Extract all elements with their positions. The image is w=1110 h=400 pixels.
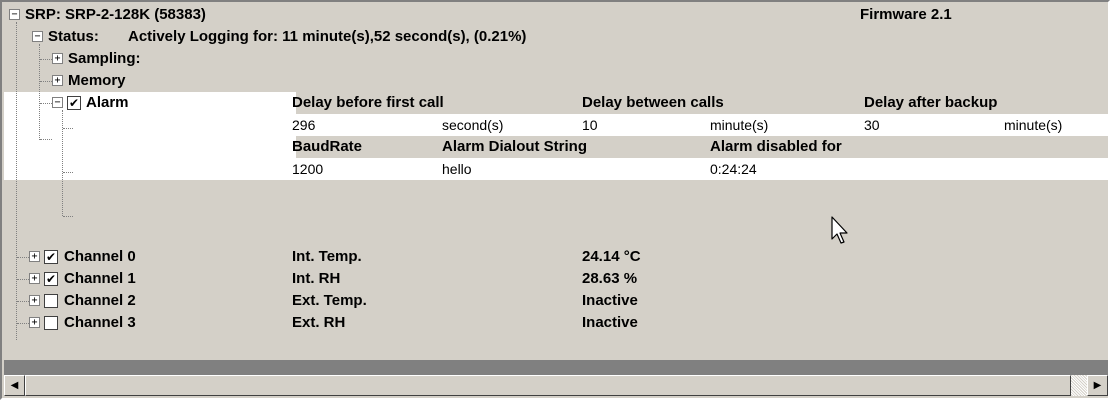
channel-1-sensor: Int. RH bbox=[292, 270, 341, 287]
mouse-pointer-icon bbox=[831, 216, 848, 244]
plus-box-icon[interactable]: + bbox=[29, 251, 40, 262]
plus-box-icon[interactable]: + bbox=[52, 75, 63, 86]
sampling-label: Sampling: bbox=[68, 50, 141, 67]
delay-between-header: Delay between calls bbox=[582, 94, 724, 111]
scrollbar-thumb[interactable] bbox=[25, 375, 1071, 396]
checkmark-icon: ✔ bbox=[45, 272, 57, 286]
horizontal-scrollbar[interactable]: ◀ ▶ bbox=[4, 375, 1108, 396]
memory-label: Memory bbox=[68, 72, 126, 89]
delay-first-value: 296 bbox=[292, 117, 316, 133]
channel-0-reading: 24.14 °C bbox=[582, 248, 641, 265]
plus-box-icon[interactable]: + bbox=[29, 317, 40, 328]
srp-title: SRP: SRP-2-128K (58383) bbox=[25, 6, 206, 23]
alarm-checkbox[interactable]: ✔ bbox=[67, 96, 81, 110]
disabled-header: Alarm disabled for bbox=[710, 138, 842, 155]
channel-0-sensor: Int. Temp. bbox=[292, 248, 362, 265]
dialout-value: hello bbox=[442, 161, 472, 177]
tree-empty-area bbox=[4, 340, 1108, 360]
checkmark-icon: ✔ bbox=[68, 96, 80, 110]
minus-box-icon[interactable]: − bbox=[9, 9, 20, 20]
status-label: Status: bbox=[48, 28, 99, 45]
alarm-delay-values-row: 296 second(s) 10 minute(s) 30 minute(s) bbox=[292, 114, 1108, 136]
channel-2-checkbox[interactable] bbox=[44, 294, 58, 308]
delay-first-header: Delay before first call bbox=[292, 94, 444, 111]
channel-0-checkbox[interactable]: ✔ bbox=[44, 250, 58, 264]
tree-line bbox=[62, 110, 63, 216]
alarm-dialout-values-row: 1200 hello 0:24:24 bbox=[292, 158, 1108, 180]
alarm-label: Alarm bbox=[86, 94, 129, 111]
channel-3-name: Channel 3 bbox=[64, 314, 136, 331]
plus-box-icon[interactable]: + bbox=[29, 295, 40, 306]
tree-item-memory[interactable]: + Memory bbox=[4, 70, 1108, 92]
tree-line bbox=[63, 172, 73, 173]
arrow-left-icon[interactable]: ◀ bbox=[4, 375, 25, 396]
arrow-right-icon[interactable]: ▶ bbox=[1087, 375, 1108, 396]
channel-2-sensor: Ext. Temp. bbox=[292, 292, 367, 309]
firmware-version: Firmware 2.1 bbox=[860, 6, 952, 23]
status-row: − Status: Actively Logging for: 11 minut… bbox=[4, 26, 1108, 48]
delay-after-header: Delay after backup bbox=[864, 94, 998, 111]
srp-row: − SRP: SRP-2-128K (58383) Firmware 2.1 bbox=[4, 4, 1108, 26]
tree-item-channel-3[interactable]: + Channel 3 Ext. RH Inactive bbox=[4, 312, 1108, 334]
srp-tree-window: − SRP: SRP-2-128K (58383) Firmware 2.1 −… bbox=[0, 0, 1110, 400]
checkmark-icon: ✔ bbox=[45, 250, 57, 264]
alarm-dialout-header-row: BaudRate Alarm Dialout String Alarm disa… bbox=[292, 136, 1108, 158]
tree-line bbox=[63, 216, 73, 217]
channel-3-sensor: Ext. RH bbox=[292, 314, 346, 331]
channel-2-reading: Inactive bbox=[582, 292, 638, 309]
delay-between-unit: minute(s) bbox=[710, 117, 769, 133]
tree-item-channel-1[interactable]: + ✔ Channel 1 Int. RH 28.63 % bbox=[4, 268, 1108, 290]
plus-box-icon[interactable]: + bbox=[52, 53, 63, 64]
tree-item-alarm[interactable]: − ✔ Alarm Delay before first call Delay … bbox=[4, 92, 1108, 114]
srp-tree-view[interactable]: − SRP: SRP-2-128K (58383) Firmware 2.1 −… bbox=[4, 4, 1108, 340]
channel-1-reading: 28.63 % bbox=[582, 270, 638, 287]
tree-line bbox=[63, 128, 73, 129]
separator-band bbox=[4, 360, 1108, 375]
dialout-header: Alarm Dialout String bbox=[442, 138, 588, 155]
status-value: Actively Logging for: 11 minute(s),52 se… bbox=[128, 28, 527, 45]
channel-0-name: Channel 0 bbox=[64, 248, 136, 265]
channel-3-checkbox[interactable] bbox=[44, 316, 58, 330]
delay-between-value: 10 bbox=[582, 117, 598, 133]
disabled-value: 0:24:24 bbox=[710, 161, 757, 177]
channel-1-name: Channel 1 bbox=[64, 270, 136, 287]
delay-after-unit: minute(s) bbox=[1004, 117, 1063, 133]
delay-after-value: 30 bbox=[864, 117, 880, 133]
tree-item-channel-2[interactable]: + Channel 2 Ext. Temp. Inactive bbox=[4, 290, 1108, 312]
tree-line bbox=[40, 139, 52, 140]
channel-1-checkbox[interactable]: ✔ bbox=[44, 272, 58, 286]
delay-first-unit: second(s) bbox=[442, 117, 504, 133]
channel-2-name: Channel 2 bbox=[64, 292, 136, 309]
minus-box-icon[interactable]: − bbox=[52, 97, 63, 108]
tree-item-sampling[interactable]: + Sampling: bbox=[4, 48, 1108, 70]
plus-box-icon[interactable]: + bbox=[29, 273, 40, 284]
baud-header: BaudRate bbox=[292, 138, 363, 155]
channel-3-reading: Inactive bbox=[582, 314, 638, 331]
baud-value: 1200 bbox=[292, 161, 324, 177]
tree-item-channel-0[interactable]: + ✔ Channel 0 Int. Temp. 24.14 °C bbox=[4, 246, 1108, 268]
minus-box-icon[interactable]: − bbox=[32, 31, 43, 42]
